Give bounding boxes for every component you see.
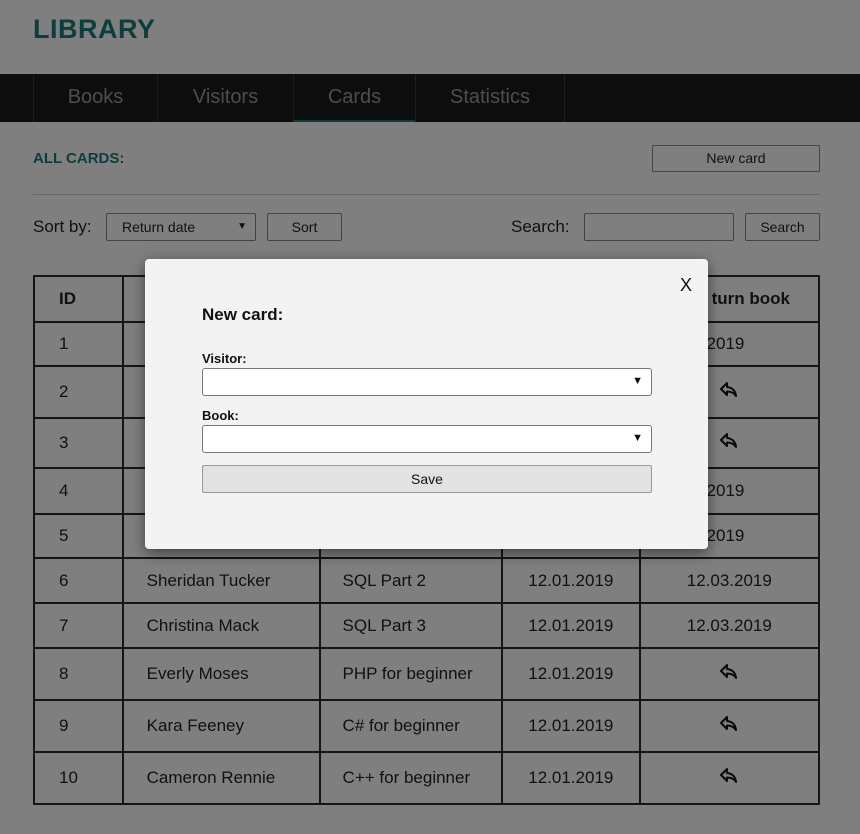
book-label: Book: xyxy=(202,408,239,423)
close-icon[interactable]: X xyxy=(680,275,692,296)
visitor-label: Visitor: xyxy=(202,351,247,366)
chevron-down-icon: ▼ xyxy=(632,432,643,444)
save-button[interactable]: Save xyxy=(202,465,652,493)
library-app: LIBRARY Books Visitors Cards Statistics … xyxy=(0,0,860,834)
chevron-down-icon: ▼ xyxy=(632,375,643,387)
visitor-select[interactable]: ▼ xyxy=(202,368,652,396)
modal-title: New card: xyxy=(202,305,284,324)
book-select[interactable]: ▼ xyxy=(202,425,652,453)
new-card-modal: X New card: Visitor: ▼ Book: ▼ Save xyxy=(145,259,708,549)
